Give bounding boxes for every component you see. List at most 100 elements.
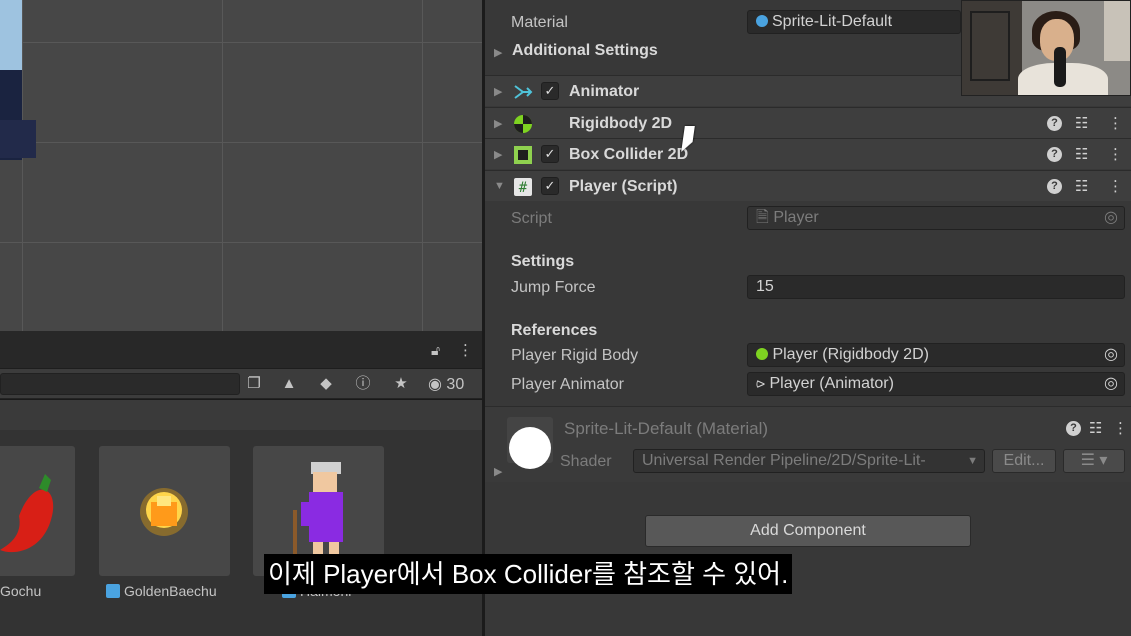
asset-label-goldenbaechu-text: GoldenBaechu bbox=[124, 583, 217, 599]
rigidbody-icon bbox=[514, 115, 532, 133]
additional-settings-foldout-icon[interactable]: ▶ bbox=[494, 46, 502, 59]
webcam-shelf bbox=[970, 11, 1010, 81]
references-header: References bbox=[511, 322, 598, 339]
material-section-title: Sprite-Lit-Default (Material) bbox=[564, 419, 769, 438]
shader-options-button[interactable]: ☰ ▾ bbox=[1063, 449, 1125, 473]
help-icon[interactable]: ? bbox=[1047, 147, 1062, 162]
lock-icon[interactable]: 🔓︎ bbox=[431, 342, 440, 359]
log-icon[interactable]: ⓘ bbox=[352, 374, 374, 394]
hidden-packages-count[interactable]: ◉ 30 bbox=[428, 374, 464, 394]
player-script-foldout-icon[interactable]: ▼ bbox=[494, 180, 505, 192]
jump-force-input[interactable]: 15 bbox=[747, 275, 1125, 299]
project-panel-header: 🔓︎ ⋮ bbox=[0, 331, 482, 369]
player-script-title: Player (Script) bbox=[569, 178, 678, 195]
material-field[interactable]: Sprite-Lit-Default bbox=[747, 10, 961, 34]
script-label: Script bbox=[511, 210, 552, 227]
animator-foldout-icon[interactable]: ▶ bbox=[494, 85, 502, 98]
script-value: Player bbox=[773, 209, 819, 226]
rigidbody-title: Rigidbody 2D bbox=[569, 115, 673, 132]
scene-sprite[interactable] bbox=[0, 0, 36, 160]
shader-edit-button[interactable]: Edit... bbox=[992, 449, 1056, 473]
project-asset-grid: Gochu GoldenBaechu Halmoni bbox=[0, 400, 482, 636]
project-toolbar: ❐ ▲ ◆ ⓘ ★ ◉ 30 bbox=[0, 369, 482, 399]
presets-icon[interactable]: ☷ bbox=[1075, 177, 1088, 195]
gochu-thumbnail bbox=[0, 474, 54, 553]
webcam-window bbox=[1104, 1, 1130, 61]
animator-enabled-checkbox[interactable]: ✓ bbox=[541, 82, 559, 100]
help-icon[interactable]: ? bbox=[1047, 116, 1062, 131]
player-animator-field[interactable]: ⪧ Player (Animator) ◎ bbox=[747, 372, 1125, 396]
svg-text:#: # bbox=[519, 180, 528, 196]
favorite-star-icon[interactable]: ★ bbox=[390, 374, 412, 394]
asset-label-gochu: Gochu bbox=[0, 583, 42, 599]
script-field: 🗎︎ Player ◎ bbox=[747, 206, 1125, 230]
player-rigid-body-field[interactable]: Player (Rigidbody 2D) ◎ bbox=[747, 343, 1125, 367]
chevron-down-icon: ▼ bbox=[967, 455, 978, 467]
help-icon[interactable]: ? bbox=[1066, 421, 1081, 436]
video-subtitle: 이제 Player에서 Box Collider를 참조할 수 있어. bbox=[264, 554, 793, 594]
rigidbody-small-icon bbox=[756, 348, 768, 360]
shader-dropdown[interactable]: Universal Render Pipeline/2D/Sprite-Lit-… bbox=[633, 449, 985, 473]
sprite-sky bbox=[0, 0, 22, 70]
material-preview-sphere bbox=[509, 427, 551, 469]
object-picker-icon: ◎ bbox=[1104, 209, 1118, 226]
box-collider-enabled-checkbox[interactable]: ✓ bbox=[541, 145, 559, 163]
scene-view[interactable] bbox=[0, 0, 482, 331]
prefab-cube-icon bbox=[106, 584, 120, 598]
search-by-type-icon[interactable]: ❐ bbox=[243, 374, 265, 394]
material-preview-thumbnail bbox=[507, 417, 553, 469]
shader-label: Shader bbox=[560, 453, 612, 470]
eye-icon: ◉ bbox=[428, 376, 442, 393]
material-section: Sprite-Lit-Default (Material) ? ☷ ⋮ ▶ Sh… bbox=[485, 406, 1131, 482]
add-component-button[interactable]: Add Component bbox=[645, 515, 971, 547]
sprite-block bbox=[0, 120, 36, 158]
additional-settings-label[interactable]: Additional Settings bbox=[512, 42, 658, 60]
player-animator-label: Player Animator bbox=[511, 376, 624, 393]
asset-tile-gochu[interactable] bbox=[0, 446, 75, 576]
goldenbaechu-thumbnail bbox=[140, 488, 188, 536]
object-picker-icon[interactable]: ◎ bbox=[1104, 373, 1118, 395]
shader-value: Universal Render Pipeline/2D/Sprite-Lit- bbox=[642, 452, 926, 469]
material-value: Sprite-Lit-Default bbox=[772, 13, 893, 30]
filter-by-type-icon[interactable]: ▲ bbox=[278, 374, 300, 394]
player-animator-value: Player (Animator) bbox=[769, 375, 894, 392]
script-file-icon: 🗎︎ bbox=[756, 209, 769, 226]
help-icon[interactable]: ? bbox=[1047, 179, 1062, 194]
presets-icon[interactable]: ☷ bbox=[1089, 419, 1102, 437]
box-collider-title: Box Collider 2D bbox=[569, 146, 689, 163]
player-script-component-header[interactable]: ▼ # ✓ Player (Script) ? ☷ ⋮ bbox=[485, 170, 1131, 201]
component-menu-icon[interactable]: ⋮ bbox=[1108, 114, 1123, 132]
rigidbody-foldout-icon[interactable]: ▶ bbox=[494, 117, 502, 130]
more-options-icon[interactable]: ⋮ bbox=[458, 341, 473, 359]
animator-title: Animator bbox=[569, 83, 640, 100]
asset-label-goldenbaechu: GoldenBaechu bbox=[106, 583, 217, 599]
component-menu-icon[interactable]: ⋮ bbox=[1108, 145, 1123, 163]
rigidbody-component-header[interactable]: ▶ Rigidbody 2D ? ☷ ⋮ bbox=[485, 107, 1131, 138]
webcam-overlay bbox=[961, 0, 1131, 96]
hidden-count-value: 30 bbox=[446, 376, 465, 393]
object-picker-icon[interactable]: ◎ bbox=[1104, 344, 1118, 366]
material-sphere-icon bbox=[756, 15, 768, 27]
box-collider-component-header[interactable]: ▶ ✓ Box Collider 2D ? ☷ ⋮ bbox=[485, 138, 1131, 169]
project-search-input[interactable] bbox=[0, 373, 240, 395]
player-rigid-body-value: Player (Rigidbody 2D) bbox=[772, 346, 929, 363]
jump-force-label[interactable]: Jump Force bbox=[511, 279, 595, 297]
material-foldout-icon[interactable]: ▶ bbox=[494, 465, 502, 478]
asset-tile-goldenbaechu[interactable] bbox=[99, 446, 230, 576]
webcam-microphone bbox=[1054, 47, 1066, 87]
label-icon[interactable]: ◆ bbox=[315, 374, 337, 394]
box-collider-icon bbox=[514, 146, 532, 164]
animator-small-icon: ⪧ bbox=[756, 375, 766, 392]
component-menu-icon[interactable]: ⋮ bbox=[1108, 177, 1123, 195]
material-label: Material bbox=[511, 14, 568, 31]
project-breadcrumb-strip bbox=[0, 400, 482, 430]
box-collider-foldout-icon[interactable]: ▶ bbox=[494, 148, 502, 161]
presets-icon[interactable]: ☷ bbox=[1075, 114, 1088, 132]
animator-icon bbox=[514, 85, 533, 99]
player-rigid-body-label: Player Rigid Body bbox=[511, 347, 639, 364]
settings-header: Settings bbox=[511, 253, 575, 270]
script-hash-icon: # bbox=[514, 178, 532, 196]
player-script-enabled-checkbox[interactable]: ✓ bbox=[541, 177, 559, 195]
presets-icon[interactable]: ☷ bbox=[1075, 145, 1088, 163]
component-menu-icon[interactable]: ⋮ bbox=[1113, 419, 1128, 437]
